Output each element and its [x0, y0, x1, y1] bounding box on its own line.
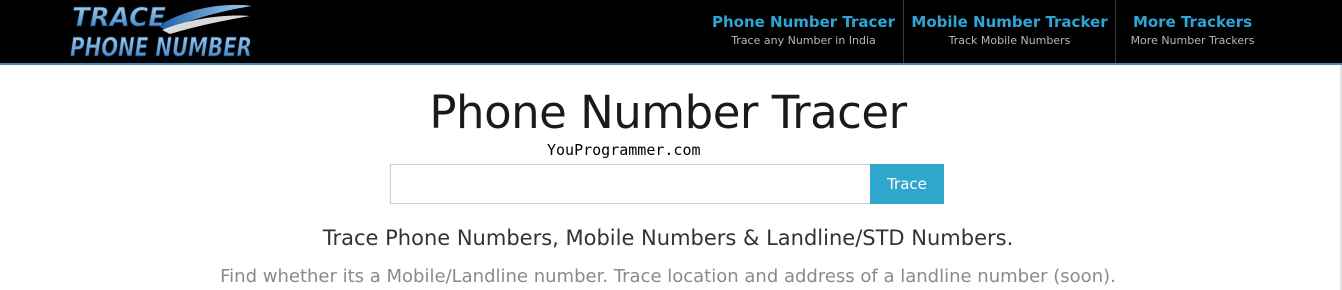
trace-button[interactable]: Trace — [870, 164, 944, 204]
nav-item-title[interactable]: Mobile Number Tracker — [911, 13, 1107, 31]
tagline: Trace Phone Numbers, Mobile Numbers & La… — [322, 226, 1014, 250]
subline: Find whether its a Mobile/Landline numbe… — [220, 266, 1116, 287]
page-title: Phone Number Tracer — [429, 86, 907, 139]
svg-text:TRACE: TRACE — [72, 3, 166, 33]
main-nav: Phone Number Tracer Trace any Number in … — [704, 0, 1269, 63]
trace-form: Trace — [390, 164, 944, 204]
site-logo[interactable]: TRACE PHONE NUMBER — [66, 0, 258, 63]
nav-item-title[interactable]: Phone Number Tracer — [712, 13, 895, 31]
nav-item-more-trackers[interactable]: More Trackers More Number Trackers — [1115, 0, 1269, 63]
nav-item-title[interactable]: More Trackers — [1133, 13, 1252, 31]
nav-item-phone-number-tracer[interactable]: Phone Number Tracer Trace any Number in … — [704, 0, 903, 63]
nav-item-subtitle: Trace any Number in India — [731, 34, 876, 47]
nav-item-subtitle: More Number Trackers — [1130, 34, 1255, 47]
watermark: YouProgrammer.com — [547, 141, 701, 159]
nav-item-mobile-number-tracker[interactable]: Mobile Number Tracker Track Mobile Numbe… — [903, 0, 1115, 63]
phone-number-input[interactable] — [390, 164, 870, 204]
nav-item-subtitle: Track Mobile Numbers — [948, 34, 1071, 47]
top-navbar: TRACE PHONE NUMBER Phone Number Tracer T… — [0, 0, 1342, 65]
svg-text:PHONE NUMBER: PHONE NUMBER — [70, 33, 252, 63]
